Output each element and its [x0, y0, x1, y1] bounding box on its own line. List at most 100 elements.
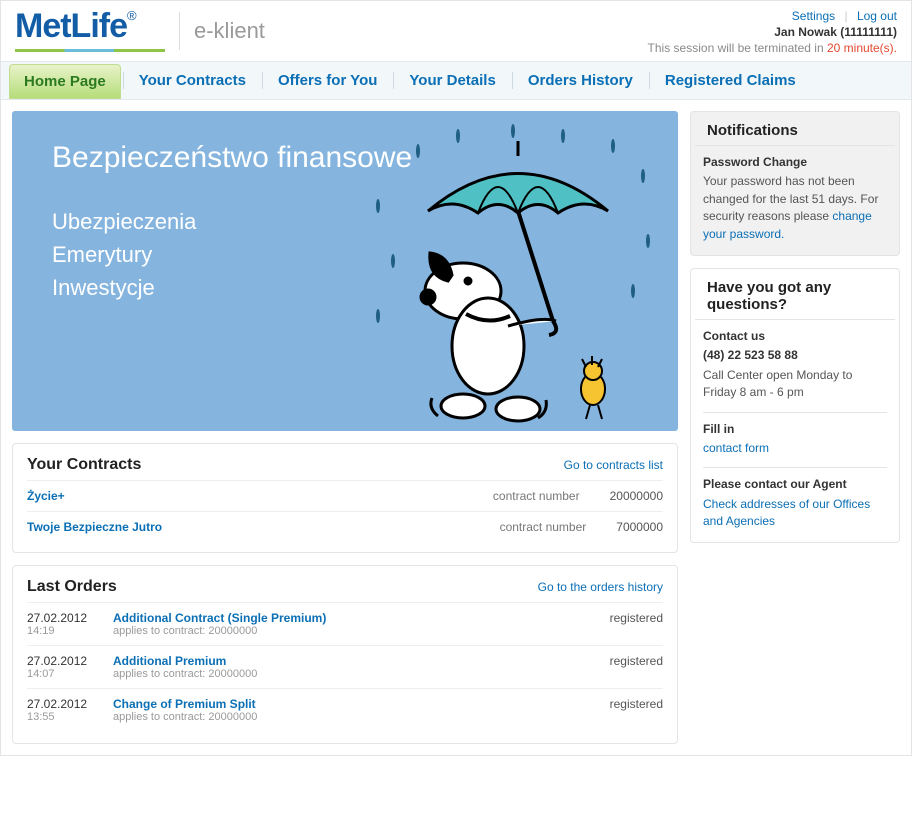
order-date: 27.02.2012 14:07	[27, 654, 99, 680]
logo-underline	[15, 49, 165, 52]
nav-home-page[interactable]: Home Page	[9, 64, 121, 99]
main-nav: Home Page Your Contracts Offers for You …	[1, 61, 911, 100]
content: Bezpieczeństwo finansowe Ubezpieczenia E…	[1, 100, 911, 755]
agent-section: Please contact our Agent Check addresses…	[703, 467, 887, 530]
contracts-title: Your Contracts	[27, 456, 141, 474]
order-applies-prefix: applies to contract:	[113, 625, 208, 637]
questions-box: Have you got any questions? Contact us (…	[690, 268, 900, 544]
nav-label: Offers for You	[278, 72, 377, 89]
order-status: registered	[610, 697, 663, 723]
order-title-link[interactable]: Change of Premium Split	[113, 697, 256, 711]
nav-label: Orders History	[528, 72, 633, 89]
logo-separator	[179, 12, 180, 50]
order-row: 27.02.2012 14:07 Additional Premium appl…	[27, 645, 663, 688]
promo-banner: Bezpieczeństwo finansowe Ubezpieczenia E…	[12, 111, 678, 431]
order-applies: applies to contract: 20000000	[113, 668, 596, 680]
order-title-link[interactable]: Additional Premium	[113, 654, 226, 668]
contact-hours: Call Center open Monday to Friday 8 am -…	[703, 368, 852, 399]
notifications-box: Notifications Password Change Your passw…	[690, 111, 900, 256]
notifications-title: Notifications	[695, 112, 895, 146]
order-title-link[interactable]: Additional Contract (Single Premium)	[113, 611, 326, 625]
session-time: 20 minute(s).	[827, 41, 897, 55]
order-date: 27.02.2012 13:55	[27, 697, 99, 723]
contract-row: Twoje Bezpieczne Jutro contract number 7…	[27, 511, 663, 542]
nav-your-details[interactable]: Your Details	[393, 62, 511, 99]
order-main: Additional Premium applies to contract: …	[113, 654, 596, 680]
orders-panel-head: Last Orders Go to the orders history	[13, 566, 677, 602]
contract-number-value: 20000000	[610, 489, 663, 503]
contact-phone: (48) 22 523 58 88	[703, 347, 887, 364]
contract-number-label: contract number	[493, 489, 580, 503]
user-display: Jan Nowak (11111111)	[648, 25, 897, 39]
orders-history-link[interactable]: Go to the orders history	[538, 580, 663, 594]
orders-panel: Last Orders Go to the orders history 27.…	[12, 565, 678, 744]
contracts-list: Życie+ contract number 20000000 Twoje Be…	[13, 480, 677, 552]
order-applies-contract: 20000000	[208, 625, 257, 637]
nav-registered-claims[interactable]: Registered Claims	[649, 62, 812, 99]
banner-headline: Bezpieczeństwo finansowe	[52, 141, 648, 175]
order-main: Change of Premium Split applies to contr…	[113, 697, 596, 723]
nav-label: Your Contracts	[139, 72, 246, 89]
questions-title: Have you got any questions?	[695, 269, 895, 320]
fill-in-section: Fill in contact form	[703, 412, 887, 458]
nav-orders-history[interactable]: Orders History	[512, 62, 649, 99]
session-timer: This session will be terminated in 20 mi…	[648, 41, 897, 55]
contracts-panel-head: Your Contracts Go to contracts list	[13, 444, 677, 480]
order-time-value: 14:19	[27, 625, 99, 637]
banner-lines: Ubezpieczenia Emerytury Inwestycje	[52, 205, 648, 304]
sidebar: Notifications Password Change Your passw…	[690, 111, 900, 744]
order-row: 27.02.2012 14:19 Additional Contract (Si…	[27, 602, 663, 645]
agent-label: Please contact our Agent	[703, 476, 887, 493]
nav-label: Your Details	[409, 72, 495, 89]
contact-form-link[interactable]: contact form	[703, 441, 769, 455]
brand-logo: MetLife®	[15, 9, 165, 52]
logo-area: MetLife® e-klient	[15, 9, 265, 52]
order-status: registered	[610, 654, 663, 680]
top-links: Settings | Log out	[648, 9, 897, 23]
logout-link[interactable]: Log out	[857, 9, 897, 23]
order-time-value: 13:55	[27, 711, 99, 723]
nav-your-contracts[interactable]: Your Contracts	[123, 62, 262, 99]
contract-number-label: contract number	[500, 520, 587, 534]
order-applies-contract: 20000000	[208, 668, 257, 680]
brand-text: MetLife	[15, 7, 127, 45]
subbrand: e-klient	[194, 18, 265, 44]
nav-label: Registered Claims	[665, 72, 796, 89]
orders-title: Last Orders	[27, 578, 117, 596]
header-right: Settings | Log out Jan Nowak (11111111) …	[648, 9, 897, 55]
banner-line-3: Inwestycje	[52, 271, 648, 304]
order-main: Additional Contract (Single Premium) app…	[113, 611, 596, 637]
contract-row: Życie+ contract number 20000000	[27, 480, 663, 511]
order-applies-prefix: applies to contract:	[113, 668, 208, 680]
order-applies: applies to contract: 20000000	[113, 625, 596, 637]
order-applies-prefix: applies to contract:	[113, 711, 208, 723]
session-prefix: This session will be terminated in	[648, 41, 827, 55]
order-date-value: 27.02.2012	[27, 611, 99, 625]
contracts-list-link[interactable]: Go to contracts list	[564, 458, 663, 472]
questions-body: Contact us (48) 22 523 58 88 Call Center…	[691, 320, 899, 543]
main-column: Bezpieczeństwo finansowe Ubezpieczenia E…	[12, 111, 678, 744]
contact-us-label: Contact us	[703, 328, 887, 345]
order-date-value: 27.02.2012	[27, 654, 99, 668]
contract-number-value: 7000000	[616, 520, 663, 534]
order-status: registered	[610, 611, 663, 637]
nav-offers-for-you[interactable]: Offers for You	[262, 62, 393, 99]
order-applies-contract: 20000000	[208, 711, 257, 723]
order-date-value: 27.02.2012	[27, 697, 99, 711]
banner-line-1: Ubezpieczenia	[52, 205, 648, 238]
order-applies: applies to contract: 20000000	[113, 711, 596, 723]
notifications-body: Password Change Your password has not be…	[691, 146, 899, 255]
banner-line-2: Emerytury	[52, 238, 648, 271]
settings-link[interactable]: Settings	[792, 9, 835, 23]
header: MetLife® e-klient Settings | Log out Jan…	[1, 1, 911, 61]
contract-name-link[interactable]: Życie+	[27, 489, 65, 503]
notification-subtitle: Password Change	[703, 154, 887, 171]
order-row: 27.02.2012 13:55 Change of Premium Split…	[27, 688, 663, 731]
order-date: 27.02.2012 14:19	[27, 611, 99, 637]
contract-name-link[interactable]: Twoje Bezpieczne Jutro	[27, 520, 162, 534]
order-time-value: 14:07	[27, 668, 99, 680]
fill-in-label: Fill in	[703, 421, 887, 438]
contracts-panel: Your Contracts Go to contracts list Życi…	[12, 443, 678, 553]
offices-agencies-link[interactable]: Check addresses of our Offices and Agenc…	[703, 497, 870, 528]
nav-label: Home Page	[24, 73, 106, 90]
